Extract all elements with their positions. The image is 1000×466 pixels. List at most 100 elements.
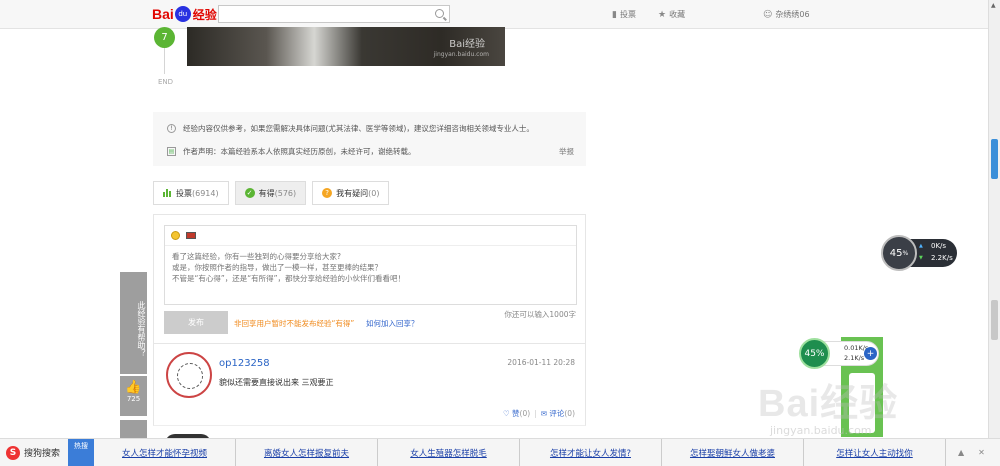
tab-vote[interactable]: 投票 (6914): [153, 181, 229, 205]
comment-date: 2016-01-11 20:28: [507, 358, 575, 367]
top-header: Bai du 经验 ▮ 投票 ★ 收藏 ☺ 杂绣绣06: [0, 0, 988, 29]
heart-icon[interactable]: ♡: [503, 409, 512, 418]
collapse-up-icon[interactable]: ▲: [958, 448, 964, 457]
hot-link[interactable]: 怎样让女人主动找你: [804, 438, 946, 466]
tab-youde-count: (576): [274, 188, 297, 198]
step-photo[interactable]: Bai经验 jingyan.baidu.com: [187, 27, 505, 66]
speed-percent: 45%: [881, 235, 917, 271]
tab-vote-label: 投票: [176, 188, 192, 198]
avatar[interactable]: [166, 352, 212, 398]
thumbs-up-icon: 👍: [125, 380, 142, 395]
jingyan-watermark: Bai经验: [758, 383, 899, 425]
hot-link[interactable]: 怎样才能让女人发情?: [520, 438, 662, 466]
author-statement-row: ▤ 作者声明：本篇经验系本人依照真实经历原创，未经许可，谢绝转载。: [167, 146, 416, 157]
like-thumb-button[interactable]: 👍 725: [120, 376, 147, 416]
network-speed-widget[interactable]: 45% 0K/s 2.2K/s: [881, 235, 957, 271]
step-number-badge: 7: [154, 27, 175, 48]
tab-vote-count: (6914): [192, 188, 219, 198]
reply-count: (0): [564, 409, 575, 418]
like-count-total: 725: [126, 395, 141, 403]
dislike-thumb-button[interactable]: [120, 420, 147, 440]
search-box: [218, 5, 450, 23]
sogou-logo-icon: S: [6, 445, 20, 460]
hot-link[interactable]: 女人生殖器怎样脱毛: [378, 438, 520, 466]
nav-favorite[interactable]: ★ 收藏: [658, 9, 685, 20]
join-huixiang-link[interactable]: 如何加入回享？: [366, 318, 419, 329]
disclaimer-notice: ! 经验内容仅供参考，如果您需解决具体问题(尤其法律、医学等领域)，建议您详细咨…: [153, 112, 586, 166]
bar-chart-icon: [163, 189, 172, 197]
feedback-tabs: 投票 (6914) ✓ 有得 (576) ? 我有疑问 (0): [153, 181, 395, 205]
upload-speed: 0K/s: [919, 242, 946, 250]
hot-links: 女人怎样才能怀孕视频 离婚女人怎样报复前夫 女人生殖器怎样脱毛 怎样才能让女人发…: [94, 438, 946, 466]
like-button[interactable]: 赞: [512, 408, 520, 419]
hot-search-bar: S 搜狗搜索 热搜 女人怎样才能怀孕视频 离婚女人怎样报复前夫 女人生殖器怎样脱…: [0, 438, 1000, 466]
comment-username[interactable]: op123258: [219, 358, 270, 369]
scrollbar-thumb-secondary[interactable]: [991, 300, 998, 340]
char-limit-text: 你还可以输入1000字: [504, 310, 576, 319]
speed-percent: 45%: [799, 338, 830, 369]
tab-question-label: 我有疑问: [336, 188, 369, 198]
speech-bubble-icon[interactable]: ✉: [541, 409, 550, 418]
comment-editor: [164, 225, 577, 305]
nav-favorite-label: 收藏: [669, 10, 686, 19]
end-label: END: [158, 78, 174, 86]
helpful-prompt: 此经验有帮助？: [120, 272, 147, 374]
permission-warning: 非回享用户暂时不能发布经验“有得”: [234, 319, 355, 328]
star-icon: ★: [658, 9, 667, 20]
reply-button[interactable]: 评论: [549, 408, 564, 419]
exclamation-icon: !: [167, 124, 176, 133]
comment-composer: 你还可以输入1000字 发布 非回享用户暂时不能发布经验“有得” 如何加入回享？: [153, 214, 586, 344]
disclaimer-row: ! 经验内容仅供参考，如果您需解决具体问题(尤其法律、医学等领域)，建议您详细咨…: [167, 123, 534, 134]
nav-vote-label: 投票: [619, 10, 636, 19]
photo-watermark-url: jingyan.baidu.com: [433, 51, 489, 58]
download-speed: 2.1K/s: [844, 354, 865, 362]
hot-badge: 热搜: [68, 438, 94, 466]
logo-jingyan-text: 经验: [192, 7, 217, 22]
jingyan-watermark-url: jingyan.baidu.com: [770, 424, 872, 437]
page-scrollbar[interactable]: ▲: [988, 0, 1000, 438]
hotbar-controls: ▲ ✕: [958, 448, 999, 457]
question-circle-icon: ?: [322, 188, 333, 198]
tab-youde[interactable]: ✓ 有得 (576): [234, 181, 307, 205]
close-icon[interactable]: ✕: [978, 448, 985, 457]
post-button[interactable]: 发布: [164, 311, 228, 334]
network-speed-widget-2[interactable]: 45% 0.01K/s 2.1K/s +: [799, 338, 879, 370]
hot-link[interactable]: 怎样娶朝鲜女人做老婆: [662, 438, 804, 466]
step-connector-line: [164, 48, 165, 74]
hot-link[interactable]: 离婚女人怎样报复前夫: [236, 438, 378, 466]
download-speed: 2.2K/s: [919, 254, 953, 262]
comment-actions: ♡ 赞 (0) | ✉ 评论 (0): [503, 408, 575, 419]
image-upload-icon[interactable]: [186, 232, 196, 239]
hot-link[interactable]: 女人怎样才能怀孕视频: [94, 438, 236, 466]
user-icon: ☺: [763, 9, 773, 20]
sogou-brand[interactable]: S 搜狗搜索: [6, 445, 68, 460]
scroll-up-icon[interactable]: ▲: [991, 2, 996, 9]
search-icon[interactable]: [435, 9, 444, 18]
editor-toolbar: [165, 226, 576, 246]
tab-question[interactable]: ? 我有疑问 (0): [312, 181, 390, 205]
action-divider: |: [534, 409, 537, 418]
document-icon: ▤: [167, 147, 176, 156]
comment-textarea[interactable]: [165, 246, 565, 302]
emoji-icon[interactable]: [171, 231, 180, 240]
nav-vote[interactable]: ▮ 投票: [612, 9, 636, 20]
plus-icon[interactable]: +: [864, 347, 877, 360]
logo-paw-icon: du: [174, 6, 191, 22]
report-link[interactable]: 举报: [559, 146, 574, 157]
scrollbar-thumb[interactable]: [991, 139, 998, 179]
nav-user-name: 杂绣绣06: [775, 10, 810, 19]
search-input[interactable]: [219, 6, 424, 22]
sogou-brand-text: 搜狗搜索: [24, 449, 61, 459]
nav-user[interactable]: ☺ 杂绣绣06: [763, 9, 810, 20]
bar-chart-icon: ▮: [612, 9, 617, 20]
speed-percent-value: 45: [889, 247, 903, 259]
tab-question-count: (0): [368, 188, 380, 198]
baidu-jingyan-logo[interactable]: Bai du 经验: [152, 4, 217, 24]
comment-text: 貌似还需要直接说出来 三观要正: [219, 378, 334, 387]
author-statement-text: 作者声明：本篇经验系本人依照真实经历原创，未经许可，谢绝转载。: [183, 147, 416, 156]
tab-youde-label: 有得: [258, 188, 275, 198]
photo-watermark: Bai经验: [449, 39, 485, 50]
check-circle-icon: ✓: [244, 188, 255, 198]
disclaimer-text: 经验内容仅供参考，如果您需解决具体问题(尤其法律、医学等领域)，建议您详细咨询相…: [183, 124, 534, 133]
comment-item: op123258 2016-01-11 20:28 貌似还需要直接说出来 三观要…: [153, 344, 586, 426]
